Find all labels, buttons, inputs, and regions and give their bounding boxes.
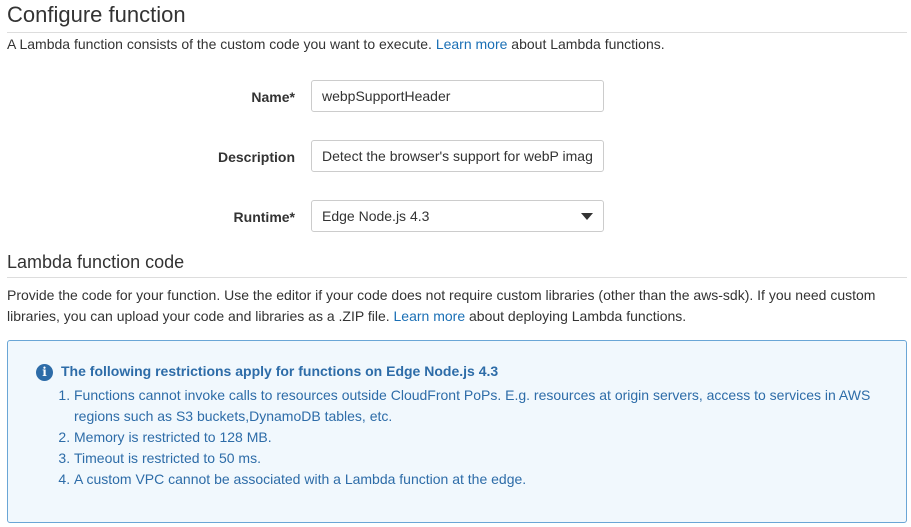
restrictions-heading: The following restrictions apply for fun… <box>61 363 499 379</box>
code-section-title: Lambda function code <box>7 252 185 272</box>
description-input[interactable] <box>311 140 604 172</box>
restriction-item: Memory is restricted to 128 MB. <box>74 427 904 448</box>
configure-description: A Lambda function consists of the custom… <box>7 36 665 52</box>
page-title: Configure function <box>7 2 186 27</box>
restriction-item: Functions cannot invoke calls to resourc… <box>74 385 904 427</box>
runtime-select[interactable]: Edge Node.js 4.3 <box>311 200 604 232</box>
name-input[interactable] <box>311 80 604 112</box>
runtime-label: Runtime* <box>233 209 295 225</box>
description-label: Description <box>217 149 295 165</box>
code-section-description: Provide the code for your function. Use … <box>7 285 907 327</box>
restriction-item: A custom VPC cannot be associated with a… <box>74 469 904 490</box>
configure-function-page: Configure function A Lambda function con… <box>0 0 911 527</box>
name-label: Name* <box>251 89 295 105</box>
configure-description-suffix: about Lambda functions. <box>511 36 665 52</box>
title-divider <box>7 32 907 33</box>
code-description-line1: Provide the code for your function. Use … <box>7 287 876 303</box>
runtime-selected-value: Edge Node.js 4.3 <box>322 208 430 224</box>
caret-down-icon <box>581 213 593 220</box>
learn-more-deploying-link[interactable]: Learn more <box>394 308 466 324</box>
restriction-item: Timeout is restricted to 50 ms. <box>74 448 904 469</box>
code-description-line2: libraries, you can upload your code and … <box>7 308 390 324</box>
info-circle-icon: i <box>36 364 53 381</box>
restrictions-list: Functions cannot invoke calls to resourc… <box>54 385 904 490</box>
code-section-divider <box>7 277 907 278</box>
restrictions-info-box: i The following restrictions apply for f… <box>7 340 907 523</box>
learn-more-lambda-link[interactable]: Learn more <box>436 36 508 52</box>
configure-description-text: A Lambda function consists of the custom… <box>7 36 432 52</box>
code-description-suffix: about deploying Lambda functions. <box>469 308 687 324</box>
